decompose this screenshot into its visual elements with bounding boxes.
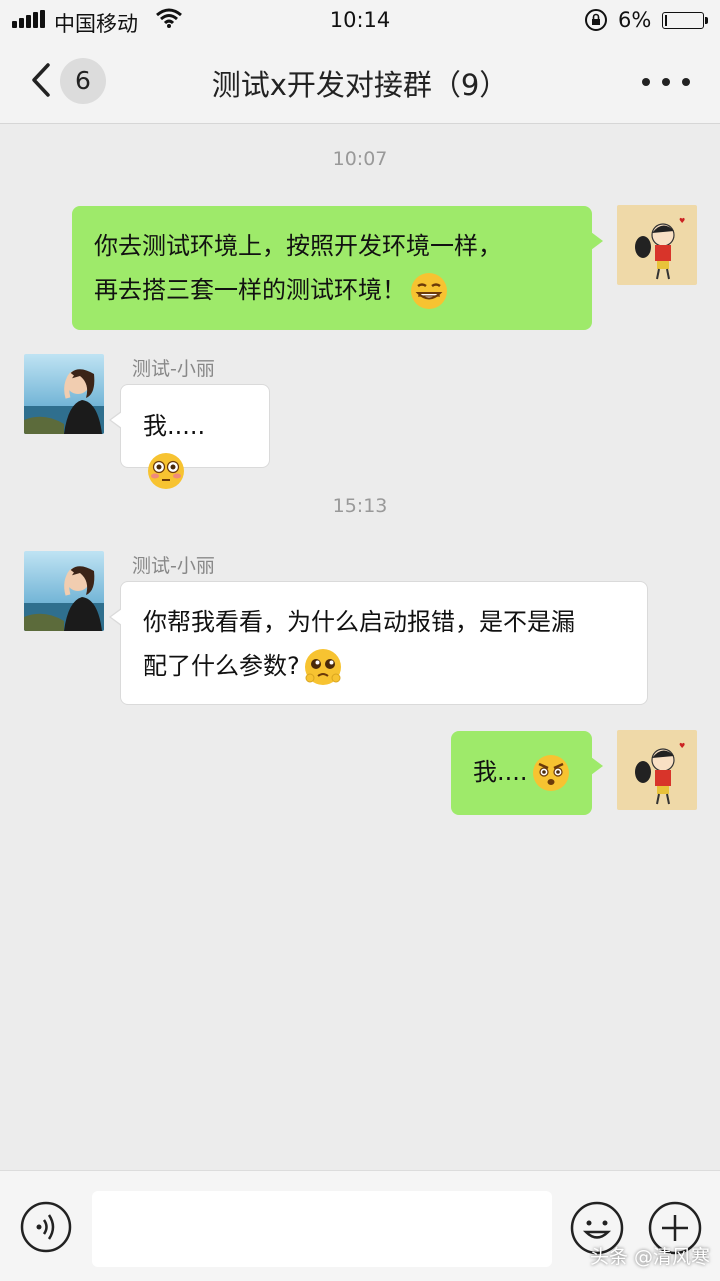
more-options-button[interactable] [642,74,692,90]
angry-emoji-icon [532,755,569,791]
girl-photo-avatar-image [24,354,104,434]
girl-photo-avatar-image [24,551,104,631]
message-text-line: 配了什么参数? [143,644,625,688]
pleading-emoji-icon [304,649,341,685]
sender-avatar[interactable] [24,354,104,434]
message-input[interactable] [92,1191,552,1267]
battery-icon [662,12,708,29]
back-button[interactable]: 6 [24,58,116,104]
smirk-grin-emoji-icon [411,273,447,309]
status-bar: 中国移动 10:14 6% [0,0,720,40]
my-avatar[interactable]: ♥ [617,205,697,285]
status-time: 10:14 [329,8,391,32]
timestamp: 10:07 [332,148,388,170]
message-bubble-incoming[interactable]: 我..... [109,384,270,489]
message-text-line: 我.... [473,758,528,786]
timestamp: 15:13 [332,495,388,517]
chevron-left-icon [32,63,50,97]
sender-name: 测试-小丽 [132,555,215,577]
svg-text:♥: ♥ [679,742,685,750]
cartoon-boy-avatar-image: ♥ [617,730,697,810]
chat-header: 6 测试x开发对接群（9） [0,40,720,124]
message-text-line: 我..... [143,412,206,440]
message-text-line: 你帮我看看，为什么启动报错，是不是漏 [143,608,575,636]
message-bubble-outgoing[interactable]: 我.... [451,731,603,815]
message-text-line: 再去搭三套一样的测试环境！ [94,268,570,312]
cartoon-boy-avatar-image: ♥ [617,205,697,285]
unread-count-badge: 6 [60,58,106,104]
flushed-emoji-icon [148,453,184,489]
my-avatar[interactable]: ♥ [617,730,697,810]
svg-text:♥: ♥ [679,217,685,225]
message-bubble-incoming[interactable]: 你帮我看看，为什么启动报错，是不是漏 配了什么参数? [109,581,648,705]
rotation-lock-icon [585,9,607,31]
voice-icon[interactable] [20,1201,72,1253]
message-bubble-outgoing[interactable]: 你去测试环境上，按照开发环境一样， 再去搭三套一样的测试环境！ [72,206,603,330]
watermark: 头条 @清风寒 [590,1246,711,1268]
battery-percent: 6% [618,8,652,32]
sender-avatar[interactable] [24,551,104,631]
sender-name: 测试-小丽 [132,358,215,380]
message-text-line: 你去测试环境上，按照开发环境一样， [94,232,502,260]
chat-title: 测试x开发对接群（9） [211,68,509,102]
